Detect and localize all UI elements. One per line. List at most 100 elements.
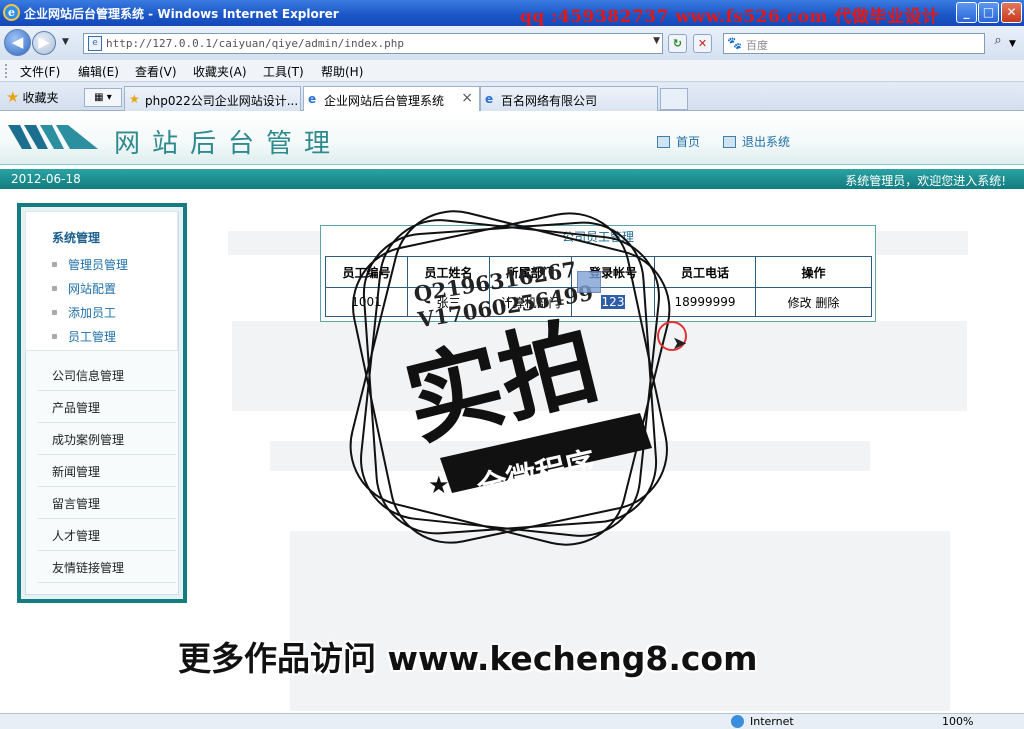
security-zone: Internet bbox=[750, 715, 794, 728]
sidebar-item-admin[interactable]: 管理员管理 bbox=[52, 256, 128, 273]
tab-label: php022公司企业网站设计... bbox=[145, 94, 299, 108]
toolbar-grip bbox=[5, 64, 8, 78]
bullet-icon bbox=[52, 310, 57, 315]
ghost-band bbox=[290, 531, 950, 711]
logout-link-label: 退出系统 bbox=[742, 135, 791, 149]
forward-button[interactable]: ▶ bbox=[32, 31, 56, 55]
address-field[interactable]: e http://127.0.0.1/caiyuan/qiye/admin/in… bbox=[83, 33, 663, 54]
sidebar-item-label: 添加员工 bbox=[68, 306, 117, 320]
current-date: 2012-06-18 bbox=[11, 172, 81, 186]
bottom-watermark: 更多作品访问 www.kecheng8.com bbox=[178, 639, 758, 678]
tab-label: 百名网络有限公司 bbox=[501, 94, 598, 108]
sidebar-group-title[interactable]: 系统管理 bbox=[52, 229, 100, 246]
ie-logo-icon: e bbox=[3, 4, 20, 21]
maximize-button[interactable]: □ bbox=[978, 2, 999, 23]
star-favicon-icon: ★ bbox=[129, 92, 140, 106]
menu-edit[interactable]: 编辑(E) bbox=[78, 63, 119, 80]
menu-tools[interactable]: 工具(T) bbox=[263, 63, 304, 80]
sidebar-item-label: 管理员管理 bbox=[68, 258, 129, 272]
zoom-level[interactable]: 100% bbox=[942, 715, 973, 728]
sidebar-item-messages[interactable]: 留言管理 bbox=[52, 495, 100, 512]
search-engine-icon: 🐾 bbox=[727, 36, 742, 50]
stop-icon[interactable]: ✕ bbox=[693, 34, 712, 53]
site-header: 网站后台管理 首页 退出系统 bbox=[0, 111, 1024, 165]
mouse-cursor-icon: ➤ bbox=[672, 333, 688, 354]
logo-mark bbox=[8, 125, 98, 149]
star-right-icon: ★ bbox=[622, 424, 644, 452]
address-toolbar: ◀ ▶ ▼ e http://127.0.0.1/caiyuan/qiye/ad… bbox=[0, 26, 1024, 60]
stamp-watermark: 实拍 全微程序 ★ ★ bbox=[349, 210, 671, 546]
logout-link[interactable]: 退出系统 bbox=[723, 133, 790, 150]
tab-php022[interactable]: ★ php022公司企业网站设计... bbox=[124, 86, 301, 111]
home-link-label: 首页 bbox=[676, 135, 701, 149]
delete-link[interactable]: 删除 bbox=[815, 296, 839, 310]
close-button[interactable]: ✕ bbox=[1001, 2, 1022, 23]
sidebar-divider bbox=[38, 582, 176, 583]
sidebar-item-cases[interactable]: 成功案例管理 bbox=[52, 431, 124, 448]
welcome-text: 系统管理员，欢迎您进入系统! bbox=[845, 174, 1006, 188]
search-options-icon[interactable]: ▼ bbox=[1009, 39, 1016, 49]
bullet-icon bbox=[52, 334, 57, 339]
back-button[interactable]: ◀ bbox=[4, 29, 31, 56]
tab-admin[interactable]: e 企业网站后台管理系统 × bbox=[303, 86, 480, 112]
site-title: 网站后台管理 bbox=[114, 129, 343, 159]
tab-bar: ★ 收藏夹 ▦ ▾ ★ php022公司企业网站设计... e 企业网站后台管理系… bbox=[0, 83, 1024, 112]
sidebar-item-talent[interactable]: 人才管理 bbox=[52, 527, 100, 544]
tab-company[interactable]: e 百名网络有限公司 bbox=[480, 86, 658, 111]
close-tab-icon[interactable]: × bbox=[461, 90, 473, 106]
ie-favicon-icon: e bbox=[485, 92, 494, 106]
url-dropdown-icon[interactable]: ▼ bbox=[653, 36, 660, 46]
new-tab-button[interactable] bbox=[660, 88, 688, 110]
col-actions: 操作 bbox=[755, 256, 872, 288]
sidebar-item-config[interactable]: 网站配置 bbox=[52, 280, 116, 297]
edit-link[interactable]: 修改 bbox=[788, 296, 812, 310]
logout-icon bbox=[723, 136, 736, 148]
sidebar-divider bbox=[38, 422, 176, 423]
sidebar-item-news[interactable]: 新闻管理 bbox=[52, 463, 100, 480]
search-placeholder: 百度 bbox=[746, 39, 768, 52]
window-titlebar: e 企业网站后台管理系统 - Windows Internet Explorer… bbox=[0, 0, 1024, 27]
search-input[interactable]: 🐾 百度 bbox=[723, 33, 985, 54]
home-link[interactable]: 首页 bbox=[657, 133, 700, 150]
menu-bar: 文件(F) 编辑(E) 查看(V) 收藏夹(A) 工具(T) 帮助(H) bbox=[0, 60, 1024, 82]
globe-icon bbox=[731, 715, 744, 728]
cell-actions: 修改 删除 bbox=[755, 287, 872, 317]
url-text[interactable]: http://127.0.0.1/caiyuan/qiye/admin/inde… bbox=[106, 37, 404, 50]
drag-copy-icon bbox=[577, 271, 601, 293]
favorites-label: 收藏夹 bbox=[22, 91, 59, 105]
sidebar-item-label: 网站配置 bbox=[68, 282, 117, 296]
sidebar-divider bbox=[38, 454, 176, 455]
sidebar-divider bbox=[38, 518, 176, 519]
menu-file[interactable]: 文件(F) bbox=[20, 63, 60, 80]
star-left-icon: ★ bbox=[428, 471, 450, 499]
page-icon: e bbox=[88, 36, 102, 51]
status-bar: Internet 100% bbox=[0, 713, 1024, 729]
history-dropdown-icon[interactable]: ▼ bbox=[62, 37, 69, 47]
favorites-button[interactable]: ★ 收藏夹 bbox=[6, 88, 58, 106]
overlay-ad-text: qq :459382737 www.fs526.com 代做毕业设计 bbox=[520, 7, 940, 27]
sidebar-item-staff[interactable]: 员工管理 bbox=[52, 328, 116, 345]
sidebar-item-products[interactable]: 产品管理 bbox=[52, 399, 100, 416]
bullet-icon bbox=[52, 262, 57, 267]
sidebar-item-label: 员工管理 bbox=[68, 330, 117, 344]
bullet-icon bbox=[52, 286, 57, 291]
window-title: 企业网站后台管理系统 - Windows Internet Explorer bbox=[24, 7, 339, 21]
tab-label: 企业网站后台管理系统 bbox=[324, 94, 445, 108]
menu-view[interactable]: 查看(V) bbox=[135, 63, 177, 80]
home-icon bbox=[657, 136, 670, 148]
search-icon[interactable]: ⌕ bbox=[988, 33, 1008, 54]
ie-favicon-icon: e bbox=[308, 92, 317, 106]
sidebar-divider bbox=[38, 390, 176, 391]
sidebar-item-links[interactable]: 友情链接管理 bbox=[52, 559, 124, 576]
sidebar-item-add-staff[interactable]: 添加员工 bbox=[52, 304, 116, 321]
info-bar: 2012-06-18 系统管理员，欢迎您进入系统! bbox=[0, 169, 1024, 189]
sidebar-divider bbox=[38, 550, 176, 551]
menu-favorites[interactable]: 收藏夹(A) bbox=[193, 63, 247, 80]
menu-help[interactable]: 帮助(H) bbox=[321, 63, 363, 80]
sidebar-item-company[interactable]: 公司信息管理 bbox=[52, 367, 124, 384]
refresh-icon[interactable]: ↻ bbox=[668, 34, 687, 53]
sidebar-divider bbox=[38, 486, 176, 487]
quick-tabs-icon[interactable]: ▦ ▾ bbox=[84, 88, 122, 107]
minimize-button[interactable]: _ bbox=[956, 2, 977, 23]
star-icon: ★ bbox=[6, 88, 20, 106]
